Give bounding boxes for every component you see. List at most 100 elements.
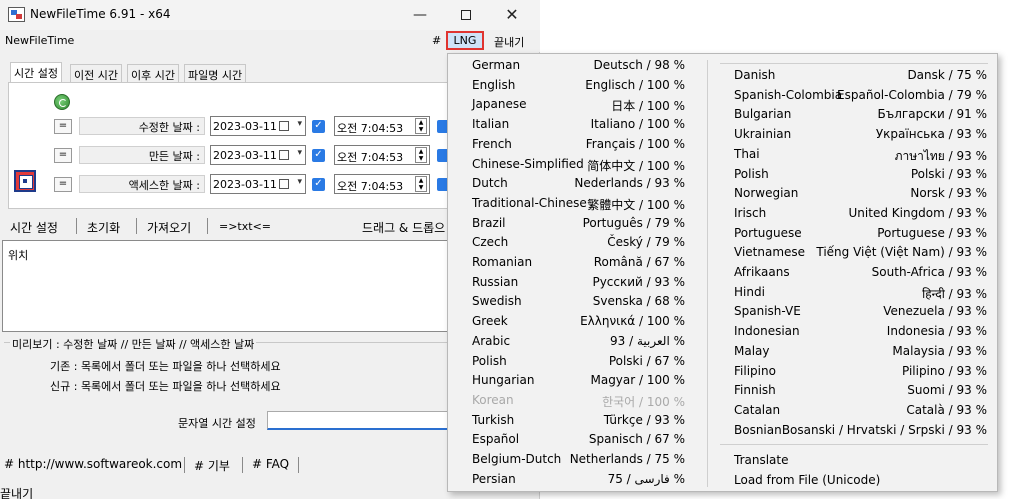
faq-link[interactable]: # FAQ — [252, 457, 289, 471]
language-item-swedish[interactable]: Swedish Svenska / 68 % — [472, 294, 685, 314]
language-item-romanian[interactable]: Romanian Română / 67 % — [472, 255, 685, 275]
language-item-malay[interactable]: Malay Malaysia / 93 % — [734, 344, 987, 364]
donate-link[interactable]: # 기부 — [194, 457, 230, 474]
language-item-brazil[interactable]: Brazil Português / 79 % — [472, 216, 685, 236]
language-native-value: Indonesia / 93 % — [886, 324, 987, 339]
language-item-arabic[interactable]: Arabic 93 / العربية % — [472, 334, 685, 354]
reset-button[interactable]: 초기화 — [87, 219, 120, 236]
language-name: Finnish — [734, 383, 776, 398]
menu-exit[interactable]: 끝내기 — [494, 34, 524, 50]
language-item-vietnamese[interactable]: Vietnamese Tiếng Việt (Việt Nam) / 93 % — [734, 245, 987, 265]
language-item-persian[interactable]: Persian 75 / فارسی % — [472, 472, 685, 492]
language-item-bosnian[interactable]: Bosnian Bosanski / Hrvatski / Srpski / 93… — [734, 423, 987, 443]
language-name: Swedish — [472, 294, 522, 309]
language-item-filipino[interactable]: Filipino Pilipino / 93 % — [734, 364, 987, 384]
separator — [207, 218, 208, 234]
language-item-polish[interactable]: Polish Polski / 67 % — [472, 354, 685, 374]
accessed-time-picker[interactable]: 오전 7:04:53 ▲ ▼ — [334, 174, 430, 194]
language-item-danish[interactable]: Danish Dansk / 75 % — [734, 68, 987, 88]
language-item-irisch[interactable]: Irisch United Kingdom / 93 % — [734, 206, 987, 226]
language-native-value: Română / 67 % — [593, 255, 685, 269]
menu-app-name[interactable]: NewFileTime — [5, 34, 74, 47]
language-native-value: Bosanski / Hrvatski / Srpski / 93 % — [781, 422, 987, 437]
spin-icon[interactable]: ▲ ▼ — [415, 118, 427, 134]
accessed-date-checkbox[interactable]: ✓ — [312, 178, 325, 191]
bottom-exit-label[interactable]: 끝내기 — [0, 485, 33, 499]
time-value: 오전 7:04:53 — [337, 151, 404, 164]
language-native-value: 繁體中文 / 100 % — [587, 197, 685, 212]
language-item-belgium-dutch[interactable]: Belgium-Dutch Netherlands / 75 % — [472, 452, 685, 472]
tab-previous-time[interactable]: 이전 시간 — [70, 64, 122, 82]
set-time-button[interactable]: 시간 설정 — [10, 219, 58, 236]
website-link[interactable]: # http://www.softwareok.com — [4, 457, 182, 471]
language-native-value: Türkçe / 93 % — [603, 412, 685, 427]
language-native-value: Magyar / 100 % — [590, 373, 685, 388]
created-time-picker[interactable]: 오전 7:04:53 ▲ ▼ — [334, 145, 430, 165]
menu-item-translate[interactable]: Translate — [734, 453, 987, 473]
maximize-button[interactable] — [443, 0, 489, 30]
language-item-bulgarian[interactable]: Bulgarian Български / 91 % — [734, 107, 987, 127]
menu-hash[interactable]: # — [432, 34, 441, 47]
separator — [76, 218, 77, 234]
language-item-spanish-ve[interactable]: Spanish-VE Venezuela / 93 % — [734, 304, 987, 324]
language-item-french[interactable]: French Français / 100 % — [472, 137, 685, 157]
language-native-value: 日本 / 100 % — [611, 99, 685, 114]
import-button[interactable]: 가져오기 — [147, 219, 191, 236]
spin-icon[interactable]: ▲ ▼ — [415, 147, 427, 163]
tab-next-time[interactable]: 이후 시간 — [127, 64, 179, 82]
language-item-polish[interactable]: Polish Polski / 93 % — [734, 167, 987, 187]
modified-time-picker[interactable]: 오전 7:04:53 ▲ ▼ — [334, 116, 430, 136]
language-item-afrikaans[interactable]: Afrikaans South-Africa / 93 % — [734, 265, 987, 285]
language-native-value: 93 / العربية % — [610, 333, 685, 348]
tab-set-time[interactable]: 시간 설정 — [10, 62, 62, 82]
language-name: Bosnian — [734, 422, 782, 437]
accessed-date-picker[interactable]: 2023-03-11 ▾ — [210, 174, 306, 194]
language-item-hindi[interactable]: Hindi हिन्दी / 93 % — [734, 285, 987, 305]
menu-separator — [720, 63, 988, 64]
language-item-turkish[interactable]: Turkish Türkçe / 93 % — [472, 413, 685, 433]
created-date-checkbox[interactable]: ✓ — [312, 149, 325, 162]
language-native-value: Venezuela / 93 % — [883, 304, 987, 319]
menu-lng[interactable]: LNG — [446, 31, 484, 50]
modified-label: 수정한 날짜 : — [79, 117, 205, 135]
modified-date-picker[interactable]: 2023-03-11 ▾ — [210, 116, 306, 136]
menu-item-load-from-file[interactable]: Load from File (Unicode) — [734, 473, 987, 493]
language-item-dutch[interactable]: Dutch Nederlands / 93 % — [472, 176, 685, 196]
created-date-picker[interactable]: 2023-03-11 ▾ — [210, 145, 306, 165]
txt-button[interactable]: =>txt<= — [219, 220, 271, 233]
language-item-greek[interactable]: Greek Ελληνικά / 100 % — [472, 314, 685, 334]
preview-new: 신규 : 목록에서 폴더 또는 파일을 하나 선택하세요 — [50, 380, 281, 393]
language-item-spanish-colombia[interactable]: Spanish-Colombia Español-Colombia / 79 % — [734, 88, 987, 108]
language-item-chinese-simplified[interactable]: Chinese-Simplified 简体中文 / 100 % — [472, 157, 685, 177]
language-name: Catalan — [734, 402, 781, 417]
language-item-indonesian[interactable]: Indonesian Indonesia / 93 % — [734, 324, 987, 344]
language-item-norwegian[interactable]: Norwegian Norsk / 93 % — [734, 186, 987, 206]
equal-button[interactable]: = — [54, 177, 72, 192]
equal-button[interactable]: = — [54, 148, 72, 163]
language-item-korean: Korean 한국어 / 100 % — [472, 393, 685, 413]
language-item-finnish[interactable]: Finnish Suomi / 93 % — [734, 383, 987, 403]
tab-filename-time[interactable]: 파일명 시간 — [184, 64, 247, 82]
equal-button[interactable]: = — [54, 119, 72, 134]
language-item-catalan[interactable]: Catalan Català / 93 % — [734, 403, 987, 423]
language-item-russian[interactable]: Russian Русский / 93 % — [472, 275, 685, 295]
language-name: Greek — [472, 314, 508, 329]
minimize-button[interactable]: — — [397, 0, 443, 30]
language-native-value: हिन्दी / 93 % — [922, 286, 987, 301]
language-item-german[interactable]: German Deutsch / 98 % — [472, 58, 685, 78]
language-item-traditional-chinese[interactable]: Traditional-Chinese 繁體中文 / 100 % — [472, 196, 685, 216]
language-item-italian[interactable]: Italian Italiano / 100 % — [472, 117, 685, 137]
language-item-ukrainian[interactable]: Ukrainian Українська / 93 % — [734, 127, 987, 147]
language-item-hungarian[interactable]: Hungarian Magyar / 100 % — [472, 373, 685, 393]
language-item-portuguese[interactable]: Portuguese Portuguese / 93 % — [734, 226, 987, 246]
date-value: 2023-03-11 — [213, 120, 277, 133]
language-item-thai[interactable]: Thai ภาษาไทย / 93 % — [734, 147, 987, 167]
language-item-czech[interactable]: Czech Český / 79 % — [472, 235, 685, 255]
modified-date-checkbox[interactable]: ✓ — [312, 120, 325, 133]
refresh-icon[interactable] — [54, 94, 70, 110]
language-item-english[interactable]: English Englisch / 100 % — [472, 78, 685, 98]
spin-icon[interactable]: ▲ ▼ — [415, 176, 427, 192]
language-item-japanese[interactable]: Japanese 日本 / 100 % — [472, 97, 685, 117]
close-button[interactable]: ✕ — [489, 0, 535, 30]
language-item-espa-ol[interactable]: Español Spanisch / 67 % — [472, 432, 685, 452]
